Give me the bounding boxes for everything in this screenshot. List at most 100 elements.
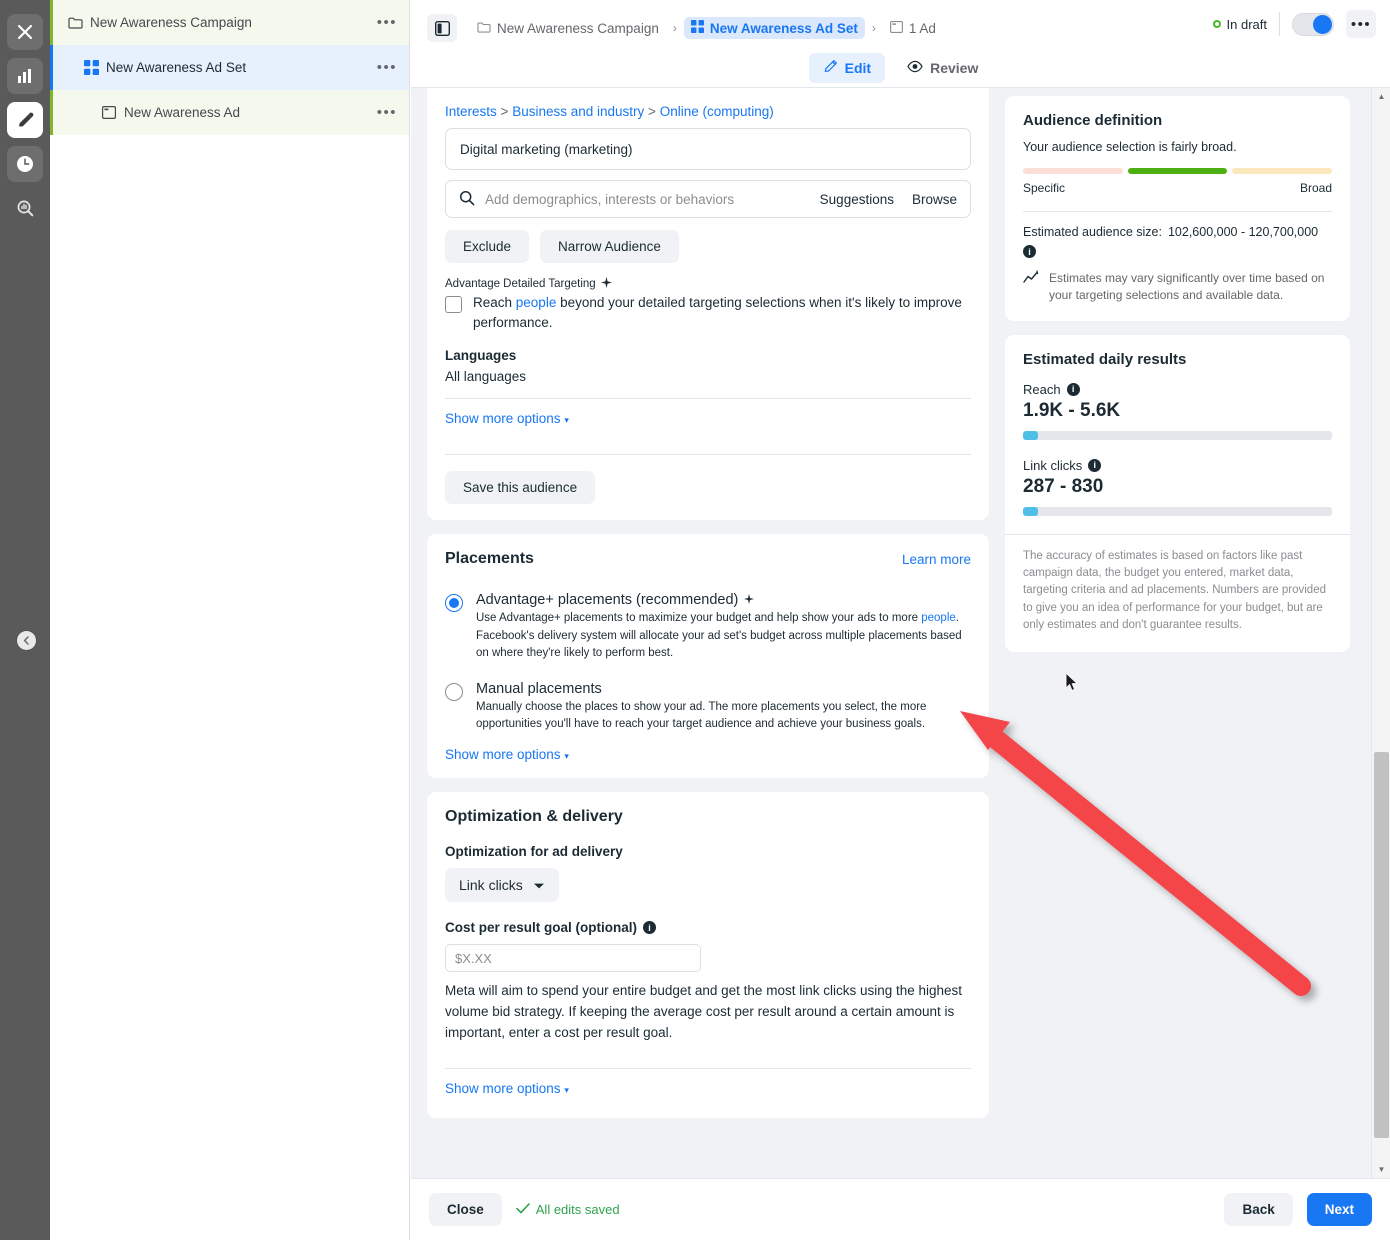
scroll-down-icon[interactable]: ▼ [1372, 1161, 1390, 1178]
advantage-targeting-checkbox[interactable] [445, 296, 462, 313]
browse-button[interactable]: Browse [912, 192, 957, 207]
info-icon[interactable]: i [1023, 245, 1036, 258]
tree-row-label: New Awareness Ad Set [106, 60, 377, 75]
optimization-card: Optimization & delivery Optimization for… [427, 792, 989, 1118]
ad-window-icon [890, 21, 903, 36]
estimates-note: Estimates may vary significantly over ti… [1023, 270, 1332, 305]
left-icon-rail [0, 0, 50, 1240]
placement-option-advantage[interactable]: Advantage+ placements (recommended) Use … [445, 592, 971, 662]
selected-interest-box[interactable]: Digital marketing (marketing) [445, 128, 971, 170]
clock-icon[interactable] [7, 146, 43, 182]
close-icon[interactable] [7, 14, 43, 50]
metric-label: Link clicks i [1023, 458, 1332, 473]
advantage-label-text: Advantage Detailed Targeting [445, 278, 596, 290]
breadcrumb-separator: › [673, 21, 677, 35]
audience-breadth-meter[interactable] [1023, 168, 1332, 174]
adset-grid-icon [691, 20, 704, 36]
breadcrumb-item-adset[interactable]: New Awareness Ad Set [684, 17, 865, 39]
row-menu-icon[interactable]: ••• [377, 60, 397, 75]
back-button[interactable]: Back [1224, 1193, 1292, 1226]
chevron-down-icon: ▾ [564, 1085, 569, 1095]
manual-placements-radio[interactable] [445, 683, 463, 701]
estimated-daily-results-card: Estimated daily results Reach i 1.9K - 5… [1005, 335, 1350, 652]
breadcrumb-label: New Awareness Campaign [497, 21, 659, 36]
editor-region: New Awareness Campaign › New Awareness A… [411, 0, 1390, 1240]
info-icon[interactable]: i [1088, 459, 1101, 472]
topbar-right-controls: In draft ••• [1213, 10, 1376, 38]
scroll-up-icon[interactable]: ▲ [1372, 88, 1390, 105]
interest-crumb-2[interactable]: Online (computing) [660, 104, 774, 119]
folder-icon [477, 21, 491, 36]
row-accent-bar [50, 0, 53, 45]
search-chart-icon[interactable] [7, 190, 43, 226]
tree-row[interactable]: New Awareness Ad ••• [50, 90, 409, 135]
optimization-select[interactable]: Link clicks [445, 868, 559, 902]
trend-chart-icon [1023, 270, 1040, 305]
placements-show-more-options[interactable]: Show more options ▾ [445, 747, 971, 762]
mouse-cursor [1065, 672, 1079, 692]
more-options-icon[interactable]: ••• [1346, 10, 1376, 38]
status-label: In draft [1227, 17, 1267, 32]
info-icon[interactable]: i [1067, 383, 1080, 396]
breadcrumb-item-campaign[interactable]: New Awareness Campaign [470, 18, 666, 39]
save-audience-button[interactable]: Save this audience [445, 471, 595, 504]
placement-option-manual[interactable]: Manual placements Manually choose the pl… [445, 681, 971, 734]
search-input[interactable]: Add demographics, interests or behaviors [485, 192, 798, 207]
activate-toggle[interactable] [1292, 13, 1334, 36]
tree-row-label: New Awareness Campaign [90, 15, 377, 30]
folder-icon [68, 16, 90, 29]
editor-scroll-area: Interests > Business and industry > Onli… [411, 88, 1390, 1178]
metric-bar-fill [1023, 507, 1038, 516]
cost-per-result-label: Cost per result goal (optional) i [445, 920, 971, 935]
cost-per-result-input[interactable]: $X.XX [445, 944, 701, 972]
close-button[interactable]: Close [429, 1193, 502, 1226]
metric-reach: Reach i 1.9K - 5.6K [1023, 382, 1332, 440]
metric-bar [1023, 507, 1332, 516]
pencil-icon [823, 59, 838, 77]
targeting-search-field[interactable]: Add demographics, interests or behaviors… [445, 180, 971, 218]
next-button[interactable]: Next [1307, 1193, 1372, 1226]
tab-label: Edit [845, 60, 871, 76]
targeting-action-buttons: Exclude Narrow Audience [445, 230, 971, 263]
tab-edit[interactable]: Edit [809, 53, 885, 83]
estimate-label: Estimated audience size: [1023, 225, 1162, 239]
people-link[interactable]: people [921, 612, 956, 624]
divider [1023, 211, 1332, 212]
optimization-show-more-options[interactable]: Show more options ▾ [445, 1081, 971, 1096]
meter-segment-specific [1023, 168, 1123, 174]
narrow-audience-button[interactable]: Narrow Audience [540, 230, 679, 263]
show-more-label: Show more options [445, 411, 561, 426]
interest-crumb-1[interactable]: Business and industry [512, 104, 644, 119]
tab-review[interactable]: Review [893, 53, 992, 83]
targeting-show-more-options[interactable]: Show more options ▾ [445, 411, 971, 426]
meter-label-right: Broad [1300, 181, 1332, 195]
tree-row[interactable]: New Awareness Ad Set ••• [50, 45, 409, 90]
interest-crumb-0[interactable]: Interests [445, 104, 497, 119]
row-menu-icon[interactable]: ••• [377, 105, 397, 120]
vertical-scrollbar[interactable]: ▲ ▼ [1371, 88, 1390, 1178]
people-link[interactable]: people [516, 295, 557, 310]
cost-label-text: Cost per result goal (optional) [445, 920, 637, 935]
info-icon[interactable]: i [643, 921, 656, 934]
suggestions-button[interactable]: Suggestions [820, 192, 894, 207]
scrollbar-thumb[interactable] [1374, 752, 1389, 1138]
advantage-targeting-checkbox-row[interactable]: Reach people beyond your detailed target… [445, 293, 971, 332]
estimate-value: 102,600,000 - 120,700,000 [1168, 225, 1318, 239]
exclude-button[interactable]: Exclude [445, 230, 529, 263]
tree-row[interactable]: New Awareness Campaign ••• [50, 0, 409, 45]
panel-toggle-icon[interactable] [427, 14, 457, 42]
optimization-select-value: Link clicks [459, 877, 523, 893]
row-menu-icon[interactable]: ••• [377, 15, 397, 30]
audience-definition-title: Audience definition [1023, 112, 1332, 129]
pencil-icon[interactable] [7, 102, 43, 138]
chart-icon[interactable] [7, 58, 43, 94]
placements-learn-more-link[interactable]: Learn more [902, 552, 971, 567]
campaign-tree-panel: New Awareness Campaign ••• New Awareness… [50, 0, 410, 1240]
chevron-down-icon: ▾ [564, 415, 569, 425]
advantage-placements-radio[interactable] [445, 594, 463, 612]
collapse-rail-button[interactable] [17, 631, 36, 650]
breadcrumb-item-ad[interactable]: 1 Ad [883, 18, 943, 39]
editor-footer: Close All edits saved Back Next [411, 1178, 1390, 1240]
status-badge: In draft [1213, 17, 1267, 32]
breadcrumb-separator: › [872, 21, 876, 35]
